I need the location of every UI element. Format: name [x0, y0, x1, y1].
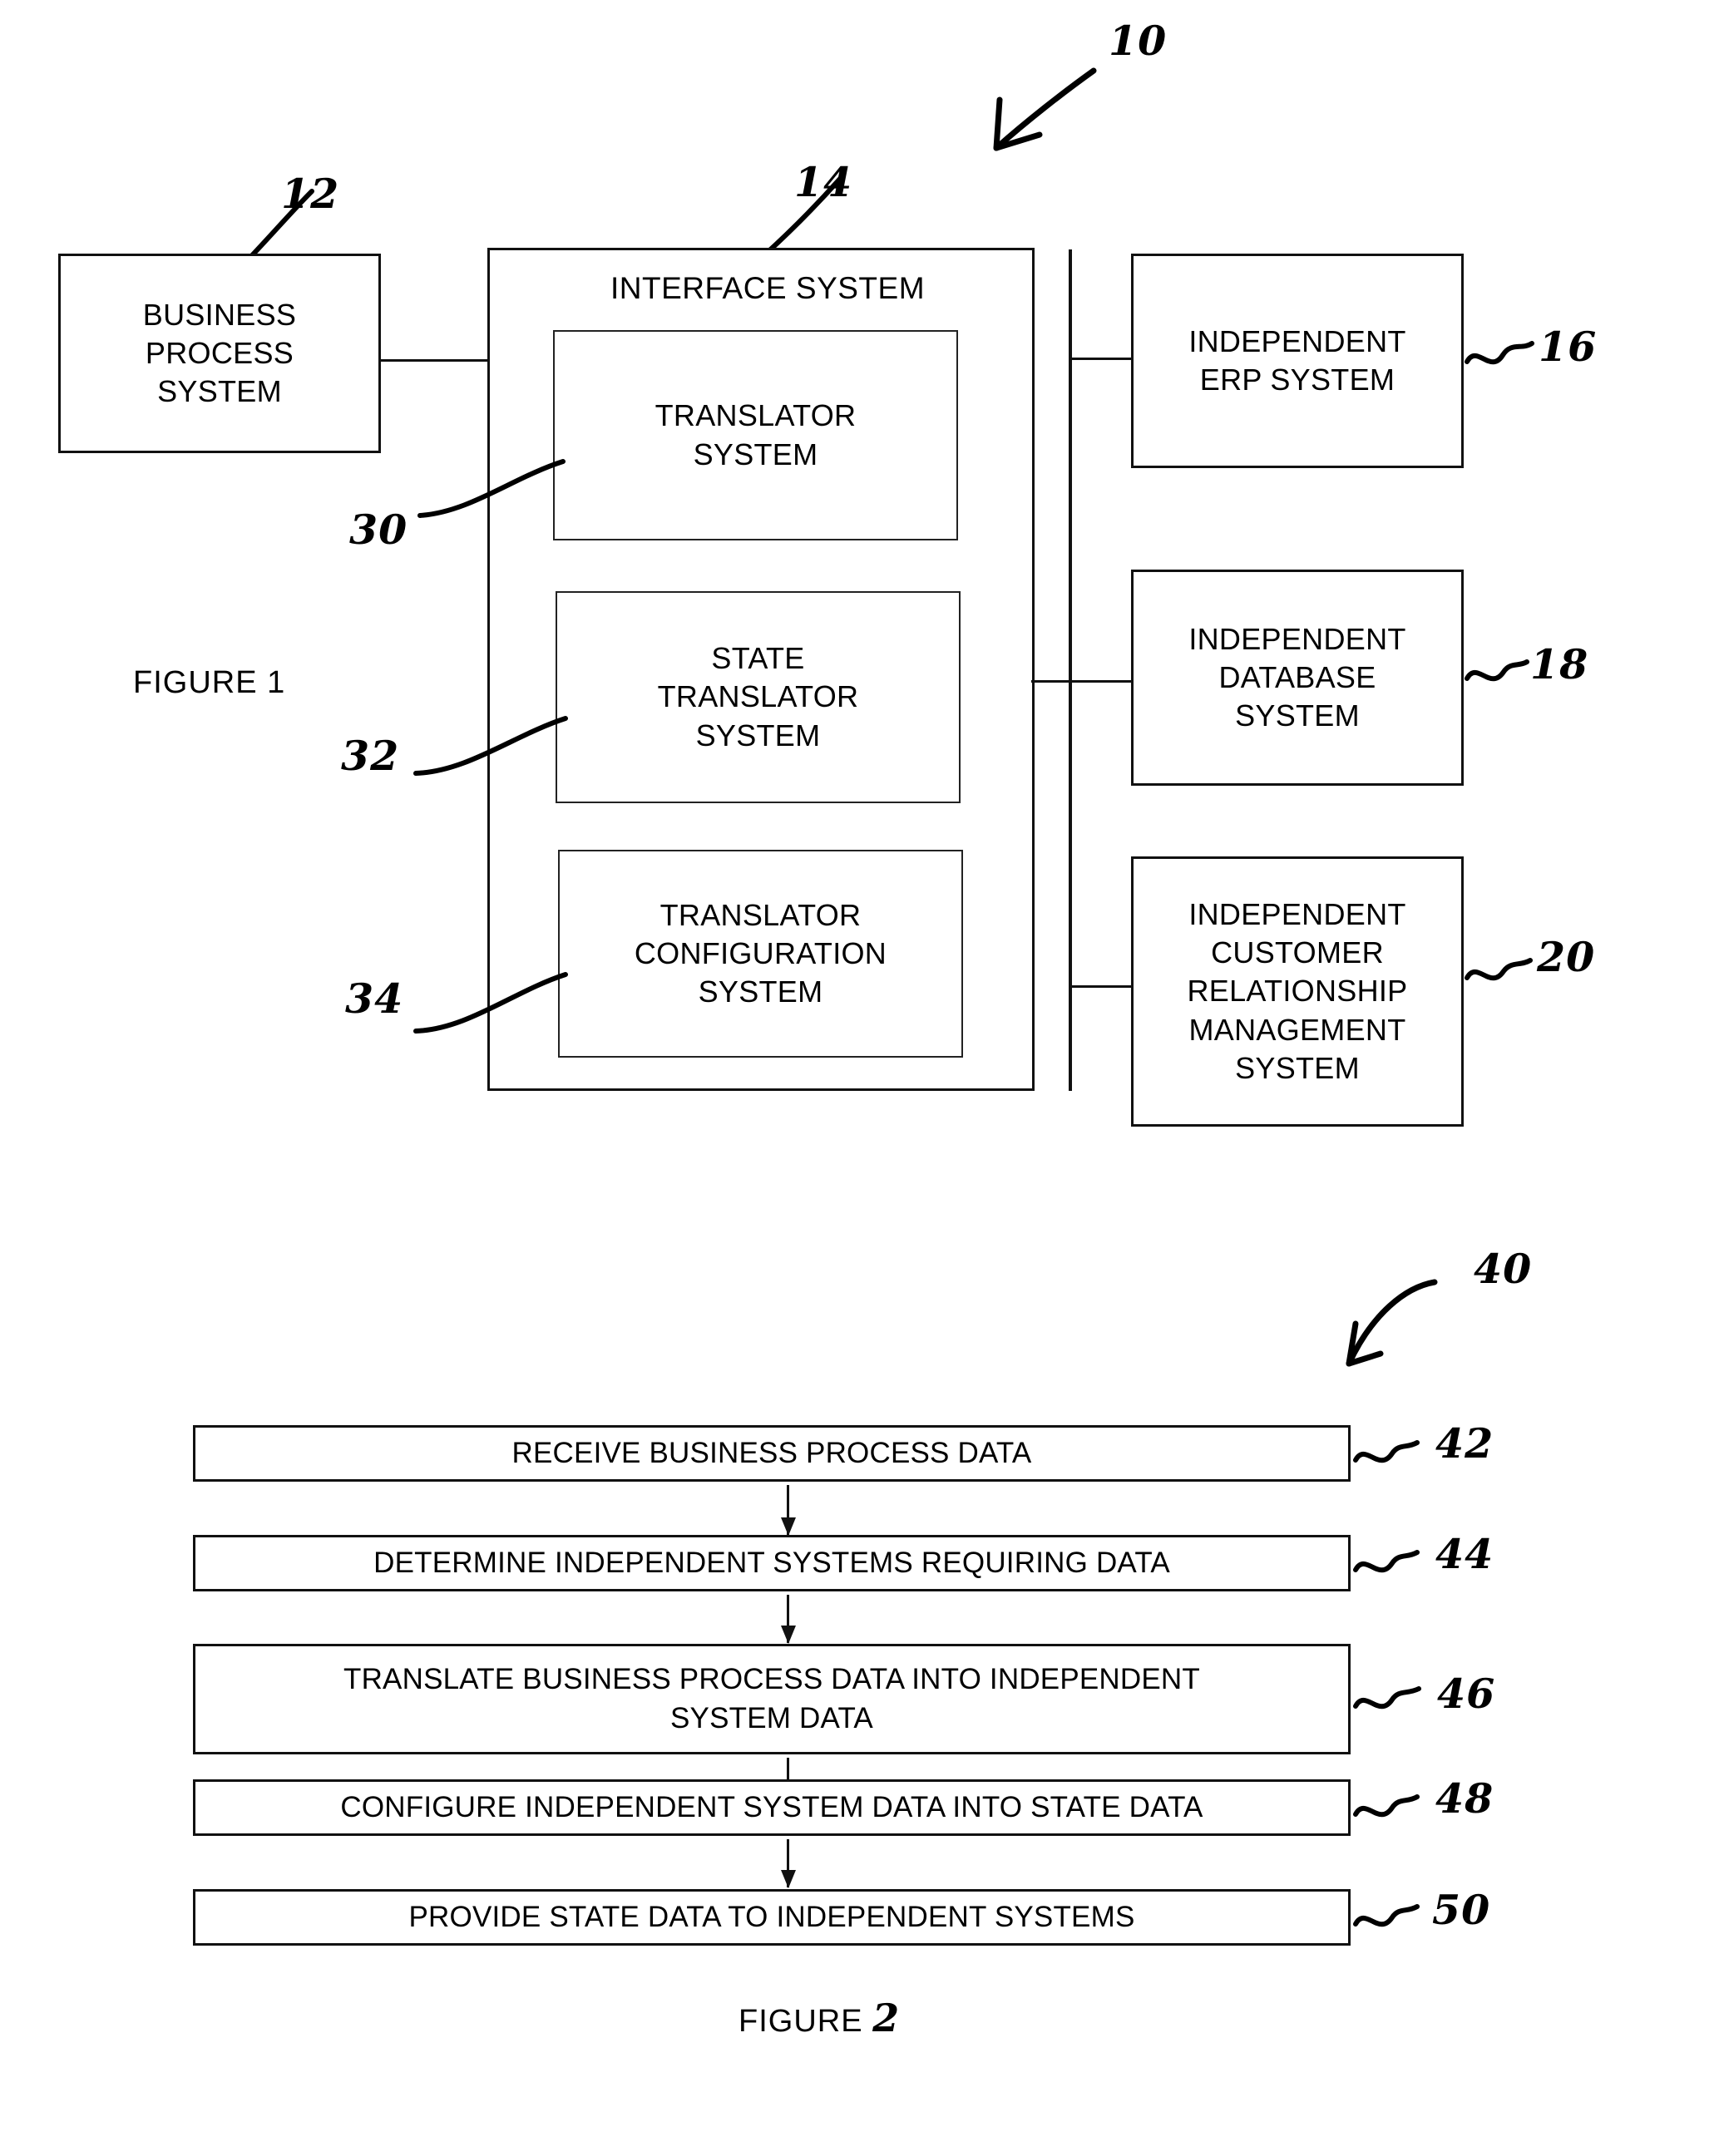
reference-numeral-18: 18 [1530, 640, 1589, 688]
squiggle-50 [1353, 1904, 1420, 1927]
squiggle-44 [1353, 1550, 1420, 1573]
flow-step-2-label: DETERMINE INDEPENDENT SYSTEMS REQUIRING … [373, 1546, 1170, 1579]
flow-step-5: PROVIDE STATE DATA TO INDEPENDENT SYSTEM… [193, 1889, 1351, 1946]
squiggle-46 [1353, 1686, 1421, 1710]
flow-arrow-4-to-5 [787, 1839, 789, 1887]
reference-numeral-44: 44 [1435, 1530, 1494, 1578]
reference-numeral-16: 16 [1539, 323, 1598, 371]
block-translator-system-label: TRANSLATOR SYSTEM [655, 398, 857, 471]
block-business-process-system: BUSINESS PROCESS SYSTEM [58, 254, 381, 453]
lead-line-40 [1346, 1279, 1438, 1367]
block-independent-crm-system-label: INDEPENDENT CUSTOMER RELATIONSHIP MANAGE… [1187, 897, 1408, 1085]
connector-bus-to-database [1031, 680, 1134, 683]
flow-step-3-label: TRANSLATE BUSINESS PROCESS DATA INTO IND… [343, 1662, 1200, 1734]
flow-step-1: RECEIVE BUSINESS PROCESS DATA [193, 1425, 1351, 1482]
reference-numeral-46: 46 [1437, 1670, 1496, 1718]
block-state-translator-system-label: STATE TRANSLATOR SYSTEM [657, 641, 859, 752]
block-independent-erp-system: INDEPENDENT ERP SYSTEM [1131, 254, 1464, 468]
flow-step-1-label: RECEIVE BUSINESS PROCESS DATA [511, 1436, 1032, 1469]
reference-numeral-34: 34 [345, 974, 404, 1023]
flow-step-4: CONFIGURE INDEPENDENT SYSTEM DATA INTO S… [193, 1779, 1351, 1836]
block-interface-system-title: INTERFACE SYSTEM [610, 271, 926, 305]
reference-numeral-20: 20 [1537, 933, 1596, 981]
block-translator-configuration-system-label: TRANSLATOR CONFIGURATION SYSTEM [634, 897, 887, 1009]
flow-arrow-1-to-2 [787, 1485, 789, 1535]
reference-numeral-14: 14 [794, 158, 853, 206]
squiggle-42 [1353, 1440, 1420, 1463]
flow-step-3: TRANSLATE BUSINESS PROCESS DATA INTO IND… [193, 1644, 1351, 1754]
block-independent-database-system: INDEPENDENT DATABASE SYSTEM [1131, 570, 1464, 786]
flow-step-4-label: CONFIGURE INDEPENDENT SYSTEM DATA INTO S… [340, 1790, 1203, 1823]
reference-numeral-50: 50 [1432, 1886, 1491, 1934]
block-independent-crm-system: INDEPENDENT CUSTOMER RELATIONSHIP MANAGE… [1131, 856, 1464, 1127]
reference-numeral-42: 42 [1435, 1419, 1494, 1468]
squiggle-20 [1465, 958, 1533, 981]
flow-step-2: DETERMINE INDEPENDENT SYSTEMS REQUIRING … [193, 1535, 1351, 1591]
reference-numeral-12: 12 [281, 170, 340, 218]
figure-2-caption: FIGURE 2 [739, 1996, 900, 2040]
flow-arrow-2-to-3 [787, 1595, 789, 1643]
patent-drawing-sheet: 10 12 14 BUSINESS PROCESS SYSTEM INTERFA… [0, 0, 1724, 2156]
squiggle-48 [1353, 1794, 1420, 1818]
block-independent-erp-system-label: INDEPENDENT ERP SYSTEM [1188, 323, 1406, 397]
reference-numeral-40: 40 [1474, 1245, 1533, 1293]
connector-bus-to-erp [1071, 358, 1134, 360]
reference-numeral-48: 48 [1435, 1774, 1494, 1823]
flow-step-5-label: PROVIDE STATE DATA TO INDEPENDENT SYSTEM… [408, 1900, 1135, 1933]
figure-2-caption-number: 2 [872, 1996, 901, 2040]
reference-numeral-10: 10 [1109, 17, 1168, 65]
figure-1-caption: FIGURE 1 [133, 665, 286, 700]
block-translator-system: TRANSLATOR SYSTEM [553, 330, 958, 540]
block-state-translator-system: STATE TRANSLATOR SYSTEM [556, 591, 961, 803]
block-business-process-system-label: BUSINESS PROCESS SYSTEM [142, 297, 297, 409]
figure-2-caption-prefix: FIGURE [739, 2004, 873, 2039]
block-translator-configuration-system: TRANSLATOR CONFIGURATION SYSTEM [558, 850, 963, 1058]
reference-numeral-32: 32 [341, 732, 400, 780]
connector-bps-to-interface [379, 359, 491, 362]
bus-line-right [1069, 249, 1072, 1091]
reference-numeral-30: 30 [349, 506, 408, 554]
squiggle-16 [1465, 341, 1534, 365]
squiggle-18 [1465, 659, 1529, 682]
block-independent-database-system-label: INDEPENDENT DATABASE SYSTEM [1188, 621, 1406, 733]
connector-bus-to-crm [1071, 985, 1134, 988]
